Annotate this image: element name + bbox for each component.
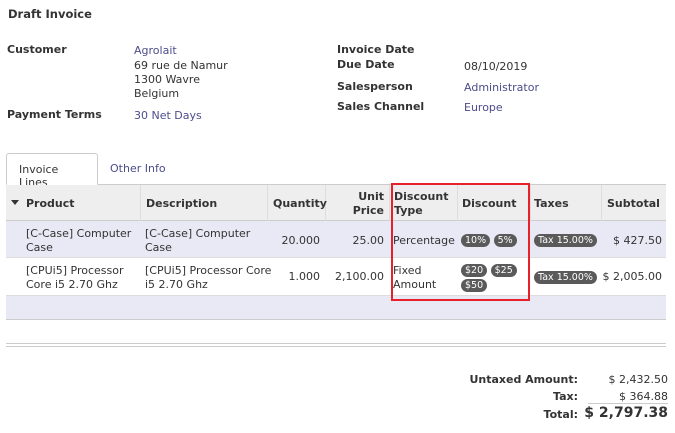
sort-caret-icon[interactable] [11, 200, 19, 205]
tax-tag: Tax 15.00% [534, 271, 597, 284]
column-header-taxes[interactable]: Taxes [534, 197, 569, 210]
sales-channel-link[interactable]: Europe [464, 100, 503, 115]
column-separator [601, 185, 602, 221]
sales-channel-label: Sales Channel [337, 100, 425, 113]
column-header-unit-price-line2[interactable]: Price [330, 204, 384, 217]
row-1-taxes: Tax 15.00% [534, 233, 597, 247]
row-1-quantity: 20.000 [281, 234, 321, 247]
column-header-subtotal[interactable]: Subtotal [607, 197, 660, 210]
totals-separator [6, 343, 666, 347]
row-1-product-line1: [C-Case] Computer [26, 227, 132, 240]
column-header-description[interactable]: Description [146, 197, 217, 210]
row-2-unit-price: 2,100.00 [335, 270, 384, 283]
discount-columns-highlight [391, 183, 530, 301]
tax-value: $ 364.88 [619, 390, 668, 403]
customer-address-line-2: 1300 Wavre [134, 73, 200, 86]
customer-label: Customer [7, 43, 67, 56]
column-separator [267, 185, 268, 221]
column-separator [530, 185, 531, 221]
untaxed-amount-value: $ 2,432.50 [608, 373, 668, 386]
salesperson-label: Salesperson [337, 80, 413, 93]
row-1-description-line1: [C-Case] Computer [145, 227, 251, 240]
row-2-taxes: Tax 15.00% [534, 270, 597, 284]
tax-tag: Tax 15.00% [534, 234, 597, 247]
column-separator [389, 185, 390, 221]
row-2-product-line1: [CPUi5] Processor [26, 264, 124, 277]
tax-label: Tax: [552, 390, 578, 403]
salesperson-link[interactable]: Administrator [464, 80, 539, 95]
row-2-description-line1: [CPUi5] Processor Core [145, 264, 272, 277]
column-header-product[interactable]: Product [26, 197, 75, 210]
customer-name-link[interactable]: Agrolait [134, 43, 177, 58]
column-header-quantity[interactable]: Quantity [273, 197, 327, 210]
add-line-row[interactable] [6, 296, 666, 320]
row-2-quantity: 1.000 [288, 270, 321, 283]
total-divider [588, 403, 668, 404]
customer-address-line-1: 69 rue de Namur [134, 59, 228, 72]
row-1-product-line2: Case [26, 241, 53, 254]
row-2-subtotal: $ 2,005.00 [602, 270, 662, 283]
due-date-label: Due Date [337, 58, 395, 71]
tab-other-info[interactable]: Other Info [98, 153, 178, 185]
untaxed-amount-label: Untaxed Amount: [469, 373, 578, 386]
column-separator [140, 185, 141, 221]
row-1-unit-price: 25.00 [352, 234, 385, 247]
column-header-unit-price-line1[interactable]: Unit [330, 190, 384, 203]
customer-address-line-3: Belgium [134, 87, 180, 100]
total-value: $ 2,797.38 [584, 405, 668, 421]
invoice-date-label: Invoice Date [337, 43, 415, 56]
row-2-description-line2: i5 2.70 Ghz [145, 278, 208, 291]
total-label: Total: [543, 408, 578, 421]
page-title: Draft Invoice [8, 7, 92, 21]
payment-terms-label: Payment Terms [7, 108, 102, 121]
row-1-description-line2: Case [145, 241, 172, 254]
due-date-value[interactable]: 08/10/2019 [464, 59, 527, 74]
row-1-subtotal: $ 427.50 [613, 234, 662, 247]
row-2-product-line2: Core i5 2.70 Ghz [26, 278, 118, 291]
tab-invoice-lines[interactable]: Invoice Lines [6, 153, 98, 189]
payment-terms-link[interactable]: 30 Net Days [134, 108, 202, 123]
